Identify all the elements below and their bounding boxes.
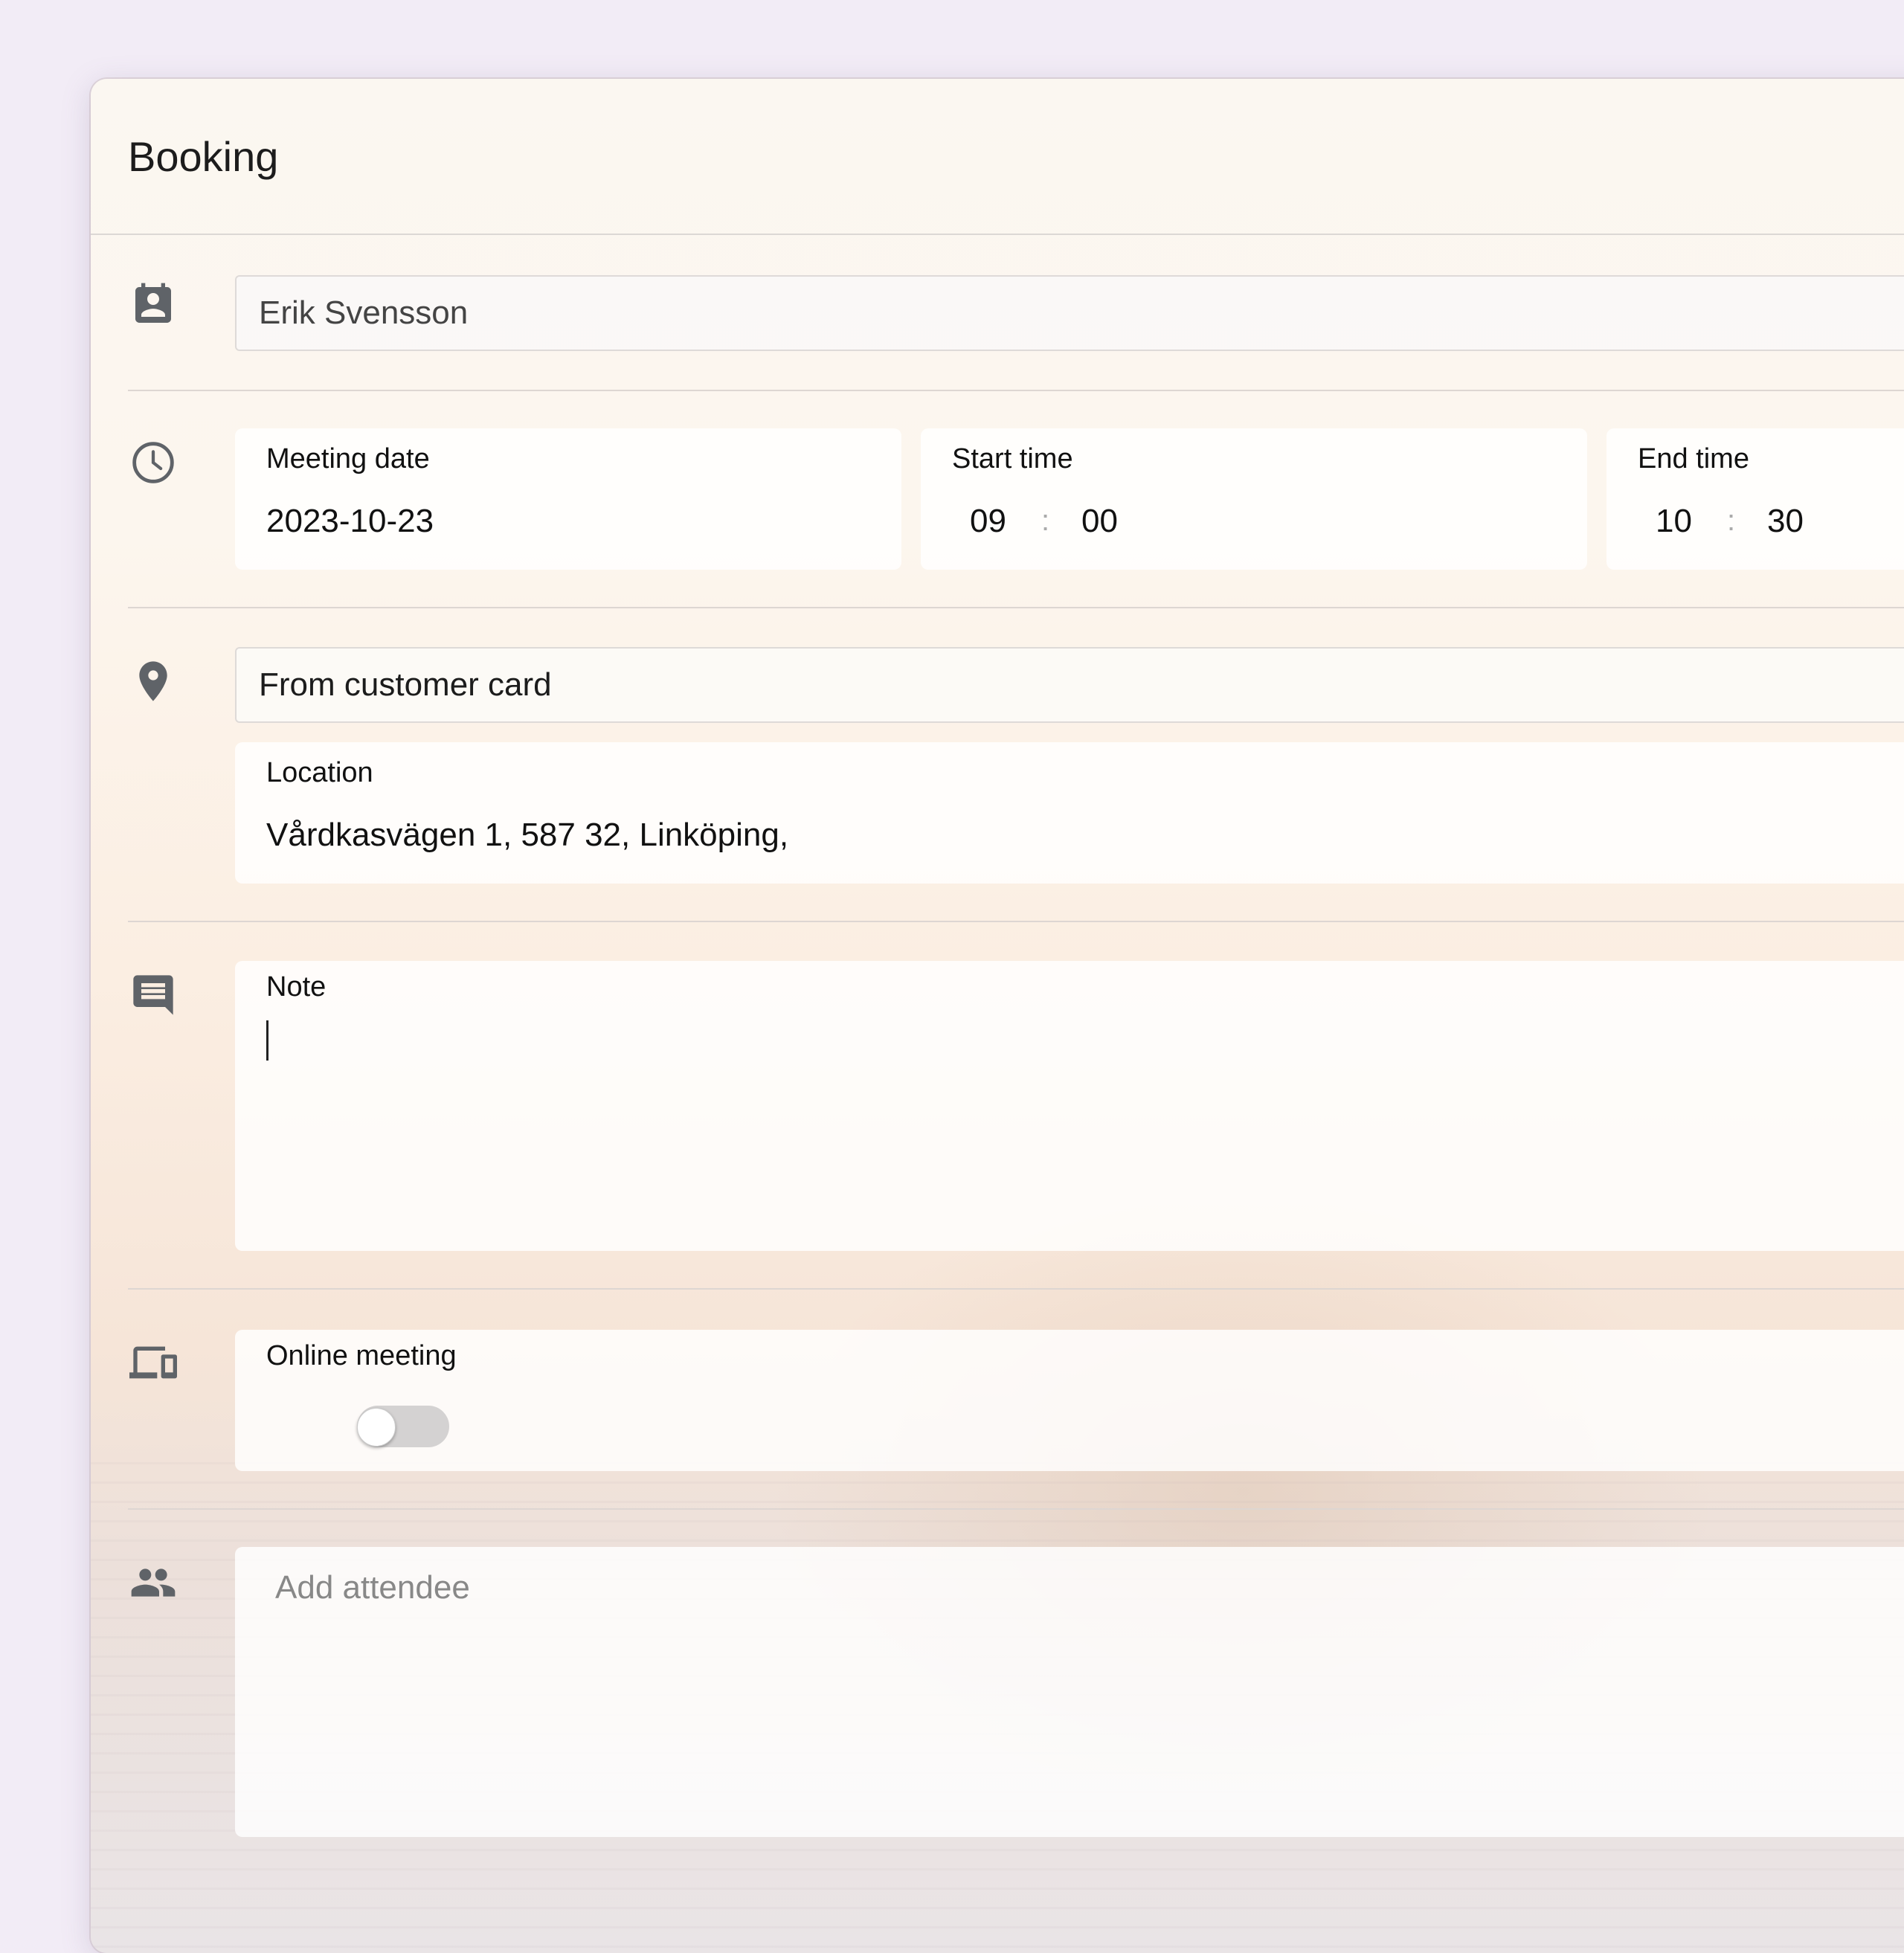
meeting-date-field[interactable]: Meeting date 2023-10-23 [235, 428, 901, 570]
devices-icon [129, 1339, 177, 1386]
divider [128, 390, 1904, 391]
start-time-label: Start time [952, 443, 1073, 474]
location-field[interactable]: Location Vårdkasvägen 1, 587 32, Linköpi… [235, 742, 1904, 884]
dialog-title: Booking [128, 133, 279, 180]
online-meeting-label: Online meeting [266, 1340, 457, 1371]
note-textarea[interactable]: Note [235, 961, 1904, 1251]
divider [128, 1508, 1904, 1510]
end-hour-input[interactable]: 10 [1656, 503, 1692, 540]
meeting-date-value: 2023-10-23 [266, 503, 434, 539]
location-label: Location [266, 757, 373, 788]
attendee-input[interactable]: Add attendee [235, 1547, 1904, 1837]
online-meeting-toggle[interactable] [357, 1406, 449, 1447]
meeting-date-label: Meeting date [266, 443, 430, 474]
end-time-field: End time 10 : 30 [1606, 428, 1904, 570]
location-source-value: From customer card [259, 666, 552, 703]
start-time-field: Start time 09 : 00 [921, 428, 1587, 570]
end-minute-input[interactable]: 30 [1767, 503, 1804, 540]
clock-icon [129, 439, 177, 486]
note-label: Note [266, 971, 327, 1003]
start-hour-input[interactable]: 09 [970, 503, 1006, 540]
end-time-label: End time [1638, 443, 1749, 474]
toggle-knob [357, 1408, 396, 1447]
start-minute-input[interactable]: 00 [1081, 503, 1118, 540]
dialog-header: Booking [91, 79, 1904, 235]
people-icon [129, 1559, 177, 1606]
booking-dialog: Booking Erik Svensson Meeting date 2023-… [91, 79, 1904, 1953]
time-separator: : [1041, 504, 1050, 537]
location-source-select[interactable]: From customer card [235, 647, 1904, 723]
customer-name: Erik Svensson [259, 295, 469, 331]
attendee-placeholder: Add attendee [275, 1569, 470, 1606]
text-caret [266, 1020, 268, 1061]
location-value: Vårdkasvägen 1, 587 32, Linköping, [266, 817, 789, 853]
online-meeting-field: Online meeting [235, 1330, 1904, 1471]
contact-card-icon [129, 281, 177, 329]
comment-icon [129, 971, 177, 1019]
divider [128, 921, 1904, 922]
customer-field[interactable]: Erik Svensson [235, 275, 1904, 351]
location-pin-icon [129, 657, 177, 705]
divider [128, 607, 1904, 608]
divider [128, 1288, 1904, 1290]
time-separator: : [1727, 504, 1736, 537]
